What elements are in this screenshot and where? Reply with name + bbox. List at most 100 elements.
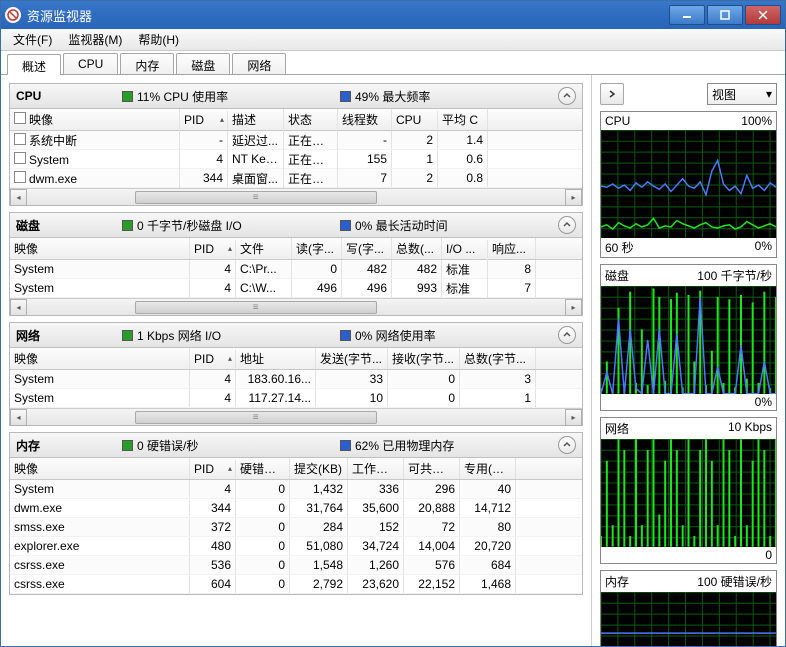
column-header[interactable]: 文件: [236, 238, 292, 259]
column-header[interactable]: 地址: [236, 348, 316, 369]
tab-memory[interactable]: 内存: [120, 53, 174, 74]
graph-title-right: 100%: [741, 114, 772, 128]
column-header[interactable]: 总数(字节...: [460, 348, 536, 369]
column-header[interactable]: PID: [190, 350, 236, 368]
graph-title-left: CPU: [605, 114, 630, 128]
column-header[interactable]: 接收(字节...: [388, 348, 460, 369]
blue-square-icon: [340, 330, 351, 341]
graph-canvas: [601, 439, 776, 547]
graph-footer-right: 0: [765, 548, 772, 562]
tab-disk[interactable]: 磁盘: [176, 53, 230, 74]
cpu-title: CPU: [16, 89, 116, 103]
collapse-cpu-button[interactable]: [558, 87, 576, 105]
graph-canvas: [601, 130, 776, 238]
maximize-button[interactable]: [707, 5, 743, 25]
graph-box: 网络 10 Kbps 0: [600, 417, 777, 564]
column-header[interactable]: PID: [190, 240, 236, 258]
graph-nav-button[interactable]: [600, 83, 624, 105]
tab-bar: 概述 CPU 内存 磁盘 网络: [1, 51, 785, 75]
resource-monitor-window: 资源监视器 文件(F) 监视器(M) 帮助(H) 概述 CPU 内存 磁盘 网络…: [0, 0, 786, 647]
tab-overview[interactable]: 概述: [7, 54, 61, 75]
menu-monitor[interactable]: 监视器(M): [60, 29, 130, 50]
column-header[interactable]: PID: [190, 460, 236, 478]
cpu-h-scrollbar[interactable]: ◂▸: [10, 188, 582, 205]
net-h-scrollbar[interactable]: ◂▸: [10, 408, 582, 425]
column-header[interactable]: CPU: [392, 111, 438, 129]
graph-title-left: 网络: [605, 420, 629, 437]
column-header[interactable]: 映像: [10, 458, 190, 479]
menu-file[interactable]: 文件(F): [5, 29, 60, 50]
disk-section: 磁盘 0 千字节/秒磁盘 I/O 0% 最长活动时间 映像PID文件读(字...…: [9, 212, 583, 316]
table-row[interactable]: System4C:\Pr...0482482标准8: [10, 260, 582, 279]
table-row[interactable]: explorer.exe480051,08034,72414,00420,720: [10, 537, 582, 556]
memory-table: 映像PID硬错误/...提交(KB)工作集(...可共享(...专用(KB...…: [10, 458, 582, 594]
column-header[interactable]: 工作集(...: [348, 458, 404, 479]
column-header[interactable]: 写(字...: [342, 238, 392, 259]
menu-help[interactable]: 帮助(H): [130, 29, 187, 50]
graph-title-right: 10 Kbps: [728, 420, 772, 437]
checkbox[interactable]: [14, 133, 26, 145]
tab-network[interactable]: 网络: [232, 53, 286, 74]
checkbox[interactable]: [14, 112, 26, 124]
collapse-mem-button[interactable]: [558, 436, 576, 454]
table-row[interactable]: System4183.60.16...3303: [10, 370, 582, 389]
collapse-net-button[interactable]: [558, 326, 576, 344]
close-button[interactable]: [745, 5, 781, 25]
column-header[interactable]: 硬错误/...: [236, 458, 290, 479]
column-header[interactable]: 平均 C: [438, 109, 488, 130]
table-row[interactable]: System4117.27.14...1001: [10, 389, 582, 408]
disk-h-scrollbar[interactable]: ◂▸: [10, 298, 582, 315]
graph-footer-left: 60 秒: [605, 239, 634, 256]
column-header[interactable]: 线程数: [338, 109, 392, 130]
graph-canvas: [601, 592, 776, 646]
right-pane: 视图 ▾ CPU100%60 秒0%磁盘100 千字节/秒0%网络10 Kbps…: [591, 75, 785, 646]
disk-title: 磁盘: [16, 217, 116, 234]
table-row[interactable]: dwm.exe344031,76435,60020,88814,712: [10, 499, 582, 518]
graph-footer-right: 0%: [755, 239, 772, 256]
table-row[interactable]: System401,43233629640: [10, 480, 582, 499]
titlebar[interactable]: 资源监视器: [1, 1, 785, 29]
table-row[interactable]: smss.exe37202841527280: [10, 518, 582, 537]
blue-square-icon: [340, 91, 351, 102]
table-row[interactable]: csrss.exe53601,5481,260576684: [10, 556, 582, 575]
table-row[interactable]: System4C:\W...496496993标准7: [10, 279, 582, 298]
graph-title-left: 磁盘: [605, 267, 629, 284]
dropdown-arrow-icon: ▾: [766, 87, 772, 101]
table-row[interactable]: System4NT Ker...正在运行15510.6: [10, 150, 582, 169]
column-header[interactable]: 提交(KB): [290, 458, 348, 479]
graph-canvas: [601, 286, 776, 394]
column-header[interactable]: 发送(字节...: [316, 348, 388, 369]
column-header[interactable]: 可共享(...: [404, 458, 460, 479]
mem-stat1: 0 硬错误/秒: [137, 437, 198, 454]
green-square-icon: [122, 440, 133, 451]
view-dropdown[interactable]: 视图 ▾: [707, 83, 777, 105]
table-row[interactable]: dwm.exe344桌面窗...正在运行720.8: [10, 169, 582, 188]
column-header[interactable]: 映像: [10, 109, 180, 130]
column-header[interactable]: 总数(...: [392, 238, 442, 259]
table-row[interactable]: csrss.exe60402,79223,62022,1521,468: [10, 575, 582, 594]
network-table: 映像PID地址发送(字节...接收(字节...总数(字节...System418…: [10, 348, 582, 408]
collapse-disk-button[interactable]: [558, 216, 576, 234]
column-header[interactable]: 响应...: [488, 238, 536, 259]
graph-footer-right: 0%: [755, 395, 772, 409]
column-header[interactable]: 状态: [284, 109, 338, 130]
net-stat2: 0% 网络使用率: [355, 327, 436, 344]
column-header[interactable]: 映像: [10, 348, 190, 369]
checkbox[interactable]: [14, 171, 26, 183]
column-header[interactable]: PID: [180, 111, 228, 129]
view-label: 视图: [712, 86, 736, 103]
column-header[interactable]: 映像: [10, 238, 190, 259]
tab-cpu[interactable]: CPU: [63, 53, 118, 74]
graph-box: 内存100 硬错误/秒0: [600, 570, 777, 646]
minimize-button[interactable]: [669, 5, 705, 25]
column-header[interactable]: 读(字...: [292, 238, 342, 259]
checkbox[interactable]: [14, 152, 26, 164]
cpu-section: CPU 11% CPU 使用率 49% 最大频率 映像PID描述状态线程数CPU…: [9, 83, 583, 206]
mem-stat2: 62% 已用物理内存: [355, 437, 454, 454]
column-header[interactable]: I/O ...: [442, 240, 488, 258]
column-header[interactable]: 描述: [228, 109, 284, 130]
column-header[interactable]: 专用(KB...: [460, 458, 516, 479]
app-icon: [5, 7, 21, 23]
disk-stat2: 0% 最长活动时间: [355, 217, 448, 234]
table-row[interactable]: 系统中断-延迟过...正在运行-21.4: [10, 131, 582, 150]
